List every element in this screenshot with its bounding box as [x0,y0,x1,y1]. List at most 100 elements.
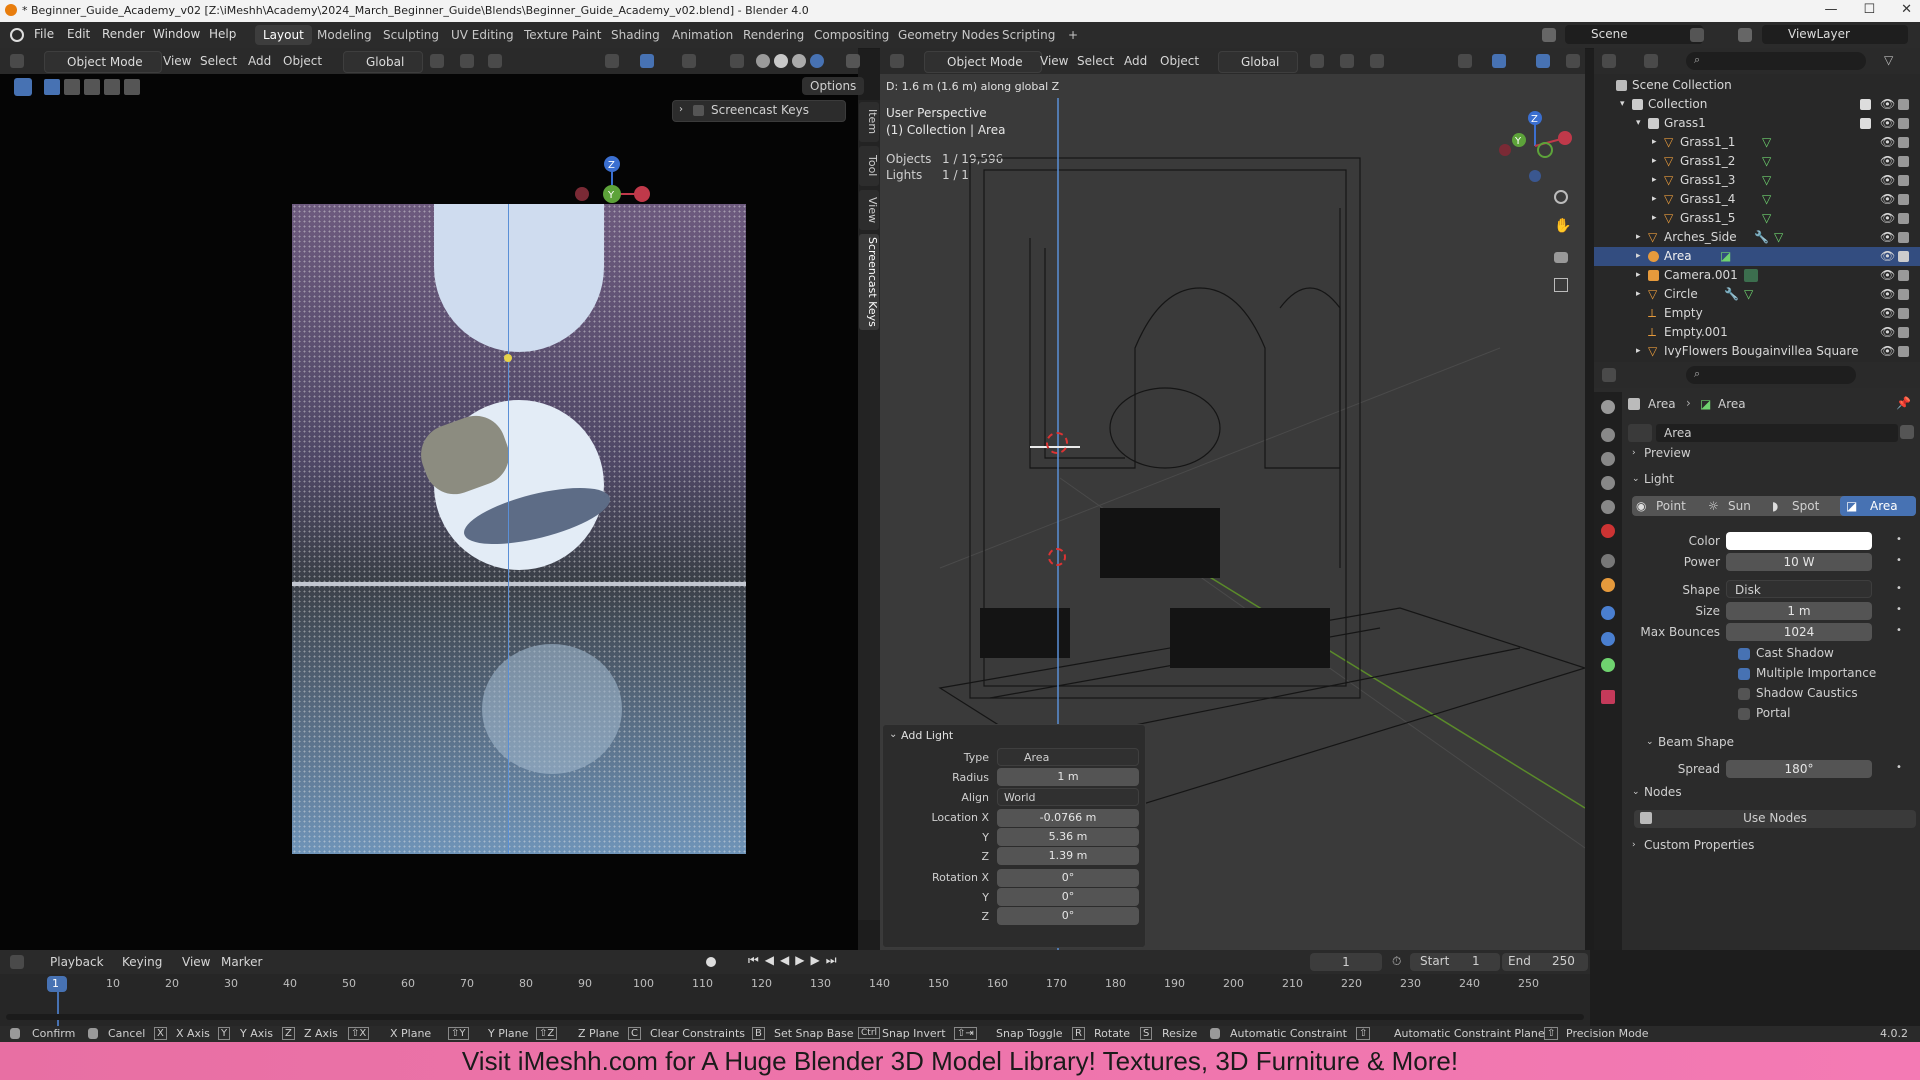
tab-layout[interactable]: Layout [255,25,312,45]
select-invert-icon[interactable] [104,79,120,95]
right-3d-viewport[interactable]: Object Mode View Select Add Object Globa… [880,48,1585,950]
keyframe-dot-icon[interactable]: • [1896,625,1902,636]
outliner-row[interactable]: ▸ ▽ Circle 🔧 ▽ 👁 [1594,285,1920,304]
render-toggle-icon[interactable] [1898,194,1909,205]
add-workspace-button[interactable]: + [1060,25,1086,45]
tab-shading[interactable]: Shading [603,25,668,45]
expand-arrow-icon[interactable]: ▾ [1636,114,1641,133]
render-tab-icon[interactable] [1601,428,1615,442]
keyframe-dot-icon[interactable]: • [1896,534,1902,545]
light-color-swatch[interactable] [1726,532,1872,550]
tab-modeling[interactable]: Modeling [309,25,380,45]
proportional-edit-icon[interactable] [488,54,502,68]
light-type-point[interactable]: Point [1656,499,1686,513]
rotation-x-field[interactable]: 0° [997,869,1139,887]
shadow-caustics-checkbox[interactable] [1738,688,1750,700]
outliner-row[interactable]: ⟂ Empty.001 👁 [1594,323,1920,342]
right-navigation-gizmo[interactable]: Z Y [1495,106,1575,186]
render-toggle-icon[interactable] [1898,308,1909,319]
properties-editor-icon[interactable] [1602,368,1616,382]
options-dropdown[interactable]: Options [802,77,865,95]
render-toggle-icon[interactable] [1898,251,1909,262]
tab-scripting[interactable]: Scripting [994,25,1063,45]
panel-checkbox[interactable] [693,105,704,116]
light-section-header[interactable]: Light [1644,472,1674,486]
light-data-tab-icon[interactable] [1601,658,1615,672]
left-mode-dropdown[interactable]: Object Mode [44,51,162,73]
expand-arrow-icon[interactable]: ▸ [1636,228,1641,247]
left-menu-view[interactable]: View [163,52,191,70]
timeline-scrollbar[interactable] [6,1014,1584,1020]
render-toggle-icon[interactable] [1898,175,1909,186]
scene-icon[interactable] [1542,28,1556,42]
expand-arrow-icon[interactable]: ▸ [1652,190,1657,209]
select-intersect-icon[interactable] [124,79,140,95]
outliner-row[interactable]: ▸ Camera.001 👁 [1594,266,1920,285]
cast-shadow-checkbox[interactable] [1738,648,1750,660]
menu-edit[interactable]: Edit [67,27,90,41]
timeline-menu-marker[interactable]: Marker [221,953,262,971]
timeline-menu-playback[interactable]: Playback [50,953,104,971]
render-toggle-icon[interactable] [1898,346,1909,357]
snap-icon[interactable] [460,54,474,68]
tab-view[interactable]: View [859,190,879,230]
eye-icon[interactable]: 👁 [1880,304,1895,323]
pivot-icon[interactable] [430,54,444,68]
new-scene-icon[interactable] [1690,28,1704,42]
render-toggle-icon[interactable] [1898,289,1909,300]
outliner-search-input[interactable] [1686,52,1866,70]
light-collapse-icon[interactable]: ⌄ [1632,474,1640,484]
render-toggle-icon[interactable] [1898,232,1909,243]
beam-shape-collapse-icon[interactable]: ⌄ [1646,737,1654,747]
tab-item[interactable]: Item [859,102,879,142]
light-type-dropdown[interactable]: Area [997,748,1139,766]
outliner-row[interactable]: ▸ ▽ IvyFlowers Bougainvillea Square 👁 [1594,342,1920,362]
view-layer-tab-icon[interactable] [1601,476,1615,490]
outliner-row[interactable]: ▸ ▽ Grass1_1 ▽ 👁 [1594,133,1920,152]
power-field[interactable]: 10 W [1726,553,1872,571]
outliner-row[interactable]: ⟂ Empty 👁 [1594,304,1920,323]
outliner-row-selected[interactable]: ▸ Area ◪ 👁 [1594,247,1920,266]
tab-animation[interactable]: Animation [664,25,741,45]
tab-compositing[interactable]: Compositing [806,25,897,45]
outliner-row[interactable]: ▸ ▽ Grass1_3 ▽ 👁 [1594,171,1920,190]
tab-rendering[interactable]: Rendering [735,25,812,45]
tab-uv-editing[interactable]: UV Editing [443,25,522,45]
properties-search-input[interactable] [1686,366,1856,384]
render-toggle-icon[interactable] [1898,118,1909,129]
keyframe-dot-icon[interactable]: • [1896,604,1902,615]
size-field[interactable]: 1 m [1726,602,1872,620]
viewlayer-selector[interactable]: ViewLayer [1762,25,1908,44]
expand-arrow-icon[interactable]: ▸ [1636,266,1641,285]
outliner-row[interactable]: ▾ Grass1 👁 [1594,114,1920,133]
select-subtract-icon[interactable] [84,79,100,95]
location-y-field[interactable]: 5.36 m [997,828,1139,846]
expand-arrow-icon[interactable]: ▸ [1652,171,1657,190]
breadcrumb-object[interactable]: Area [1648,397,1676,411]
eye-icon[interactable]: 👁 [1880,114,1895,133]
outliner-editor-icon[interactable] [1602,54,1616,68]
eye-icon[interactable]: 👁 [1880,323,1895,342]
light-type-area[interactable]: Area [1870,499,1898,513]
screencast-keys-panel[interactable]: › Screencast Keys [672,100,846,122]
panel-expand-icon[interactable]: › [679,104,683,115]
render-toggle-icon[interactable] [1898,213,1909,224]
shading-rendered-icon[interactable] [810,54,824,68]
outliner-row[interactable]: ▾ Collection 👁 [1594,95,1920,114]
right-zoom-icon[interactable] [1554,190,1568,204]
nodes-collapse-icon[interactable]: ⌄ [1632,787,1640,797]
outliner-row[interactable]: ▸ ▽ Grass1_5 ▽ 👁 [1594,209,1920,228]
custom-properties-header[interactable]: Custom Properties [1644,838,1754,852]
expand-arrow-icon[interactable]: ▸ [1652,133,1657,152]
keyframe-dot-icon[interactable]: • [1896,555,1902,566]
gizmo-toggle-icon[interactable] [640,54,654,68]
output-tab-icon[interactable] [1601,452,1615,466]
add-light-collapse-icon[interactable]: ⌄ [889,729,897,740]
render-toggle-icon[interactable] [1898,270,1909,281]
expand-arrow-icon[interactable]: ▸ [1652,209,1657,228]
left-menu-add[interactable]: Add [248,52,271,70]
current-frame-field[interactable]: 1 [1310,953,1382,971]
datablock-name-field[interactable]: Area [1656,424,1898,442]
maximize-icon[interactable]: ☐ [1863,2,1875,17]
left-orientation-dropdown[interactable]: Global [343,51,424,73]
